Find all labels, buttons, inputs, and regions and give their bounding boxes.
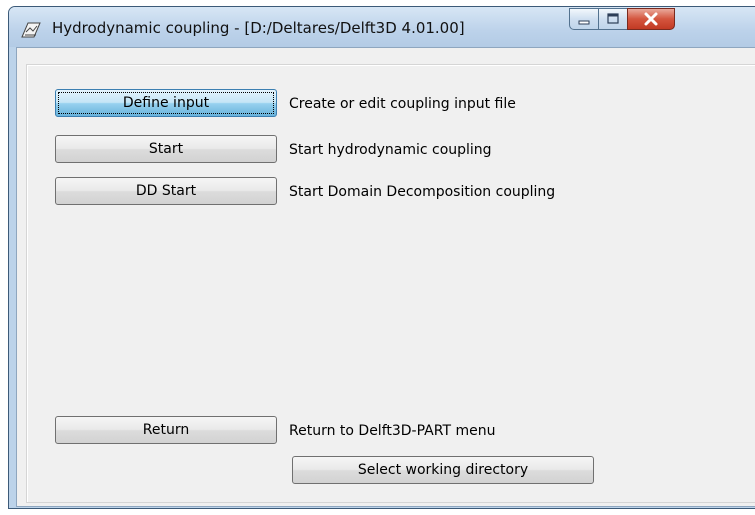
define-input-button[interactable]: Define input [55, 89, 277, 117]
select-working-directory-label: Select working directory [357, 462, 529, 478]
return-description: Return to Delft3D-PART menu [289, 423, 496, 439]
dd-start-label: DD Start [135, 183, 197, 199]
close-icon [644, 12, 658, 26]
return-button[interactable]: Return [55, 416, 277, 444]
maximize-button[interactable] [598, 8, 628, 30]
app-window: Hydrodynamic coupling - [D:/Deltares/Del… [8, 6, 755, 509]
dd-start-button[interactable]: DD Start [55, 177, 277, 205]
define-input-description: Create or edit coupling input file [289, 96, 516, 112]
minimize-button[interactable] [569, 8, 599, 30]
window-title: Hydrodynamic coupling - [D:/Deltares/Del… [52, 19, 465, 37]
start-label: Start [148, 141, 184, 157]
start-description: Start hydrodynamic coupling [289, 142, 492, 158]
close-button[interactable] [627, 8, 675, 30]
title-bar[interactable]: Hydrodynamic coupling - [D:/Deltares/Del… [9, 7, 755, 47]
dd-start-description: Start Domain Decomposition coupling [289, 184, 556, 200]
return-label: Return [142, 422, 190, 438]
app-icon [21, 22, 41, 38]
select-working-directory-button[interactable]: Select working directory [292, 456, 594, 484]
minimize-icon [578, 20, 590, 25]
maximize-icon [607, 13, 619, 24]
define-input-label: Define input [122, 95, 210, 111]
client-area: Define input Create or edit coupling inp… [16, 47, 755, 507]
start-button[interactable]: Start [55, 135, 277, 163]
